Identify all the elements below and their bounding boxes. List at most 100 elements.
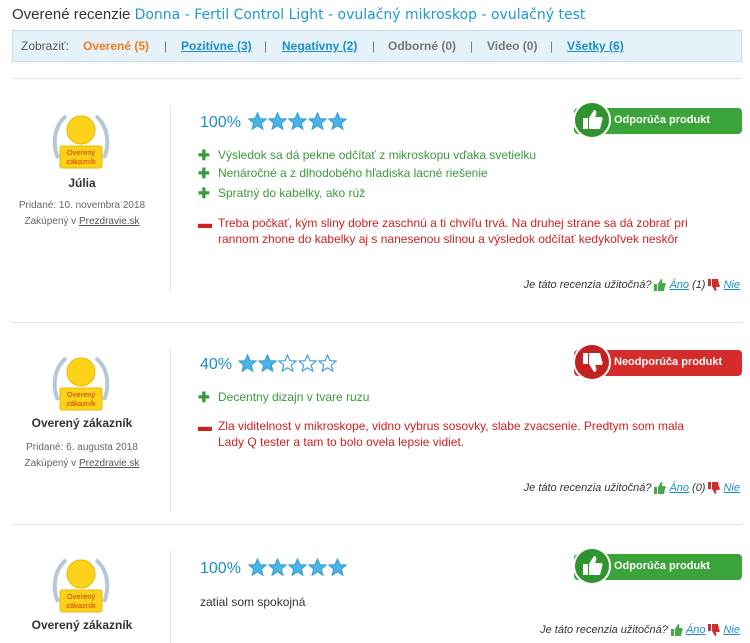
divider [12,78,742,79]
minus-icon: ▬ [198,418,212,434]
badge-text-line1: Overený [67,390,96,399]
review-date: Pridané: 10. novembra 2018 [18,200,146,211]
star-filled-icon [328,558,347,577]
pro-item: ✚ Spratný do kabelky, ako rúž [198,185,366,201]
helpful-yes-link[interactable]: Áno [669,482,689,494]
verified-customer-badge-icon: Overený zákazník [52,114,110,169]
filter-negative[interactable]: Negatívny (2) [282,39,357,53]
star-filled-icon [248,558,267,577]
pro-item: ✚ Výsledok sa dá pekne odčítať z mikrosko… [198,147,537,163]
review-card: Overený zákazník Overený zákazník 100% O… [12,536,742,643]
reviewer-name: Overený zákazník [31,416,133,430]
filter-all[interactable]: Všetky (6) [567,39,624,53]
filter-expert: Odborné (0) [388,39,456,53]
verified-customer-badge-icon: Overený zákazník [52,558,110,613]
filter-separator: | [550,39,554,53]
review-score: 100% [200,560,241,577]
star-filled-icon [258,354,277,373]
con-item: ▬ Treba počkať, kým sliny dobre zaschnú a… [198,215,688,246]
star-filled-icon [328,112,347,131]
helpful-question: Je táto recenzia užitočná? [540,624,668,636]
helpful-yes-count: (0) [692,482,706,494]
star-empty-icon [298,354,317,373]
divider [170,550,171,643]
recommend-badge: Odporúča produkt [573,101,742,139]
plus-icon: ✚ [198,165,210,181]
purchase-info: Zakúpený v Prezdravie.sk [24,458,140,469]
page-title: Overené recenzie Donna - Fertil Control … [12,6,585,23]
helpful-prompt: Je táto recenzia užitočná? Áno (1) Nie [524,279,740,291]
thumbs-down-icon [573,343,611,381]
review-card: Overený zákazník Júlia Pridané: 10. nove… [12,92,742,312]
recommend-badge: Odporúča produkt [573,547,742,585]
thumbs-down-icon[interactable] [708,624,721,636]
thumbs-up-icon[interactable] [670,624,683,636]
recommend-label: Odporúča produkt [614,560,710,572]
star-filled-icon [268,112,287,131]
star-filled-icon [308,112,327,131]
star-filled-icon [288,558,307,577]
badge-text-line2: zákazník [66,601,96,610]
thumbs-up-icon [573,547,611,585]
thumbs-up-icon[interactable] [654,279,667,291]
divider [170,106,171,292]
not-recommend-badge: Neodporúča produkt [573,343,742,381]
review-date: Pridané: 6. augusta 2018 [26,442,138,453]
shop-link[interactable]: Prezdravie.sk [79,458,140,469]
shop-link[interactable]: Prezdravie.sk [79,216,140,227]
title-product: Donna - Fertil Control Light - ovulačný … [134,7,586,23]
filter-video: Video (0) [487,39,538,53]
rating-stars [248,112,347,131]
star-filled-icon [268,558,287,577]
reviewer-name: Júlia [68,176,96,190]
helpful-no-link[interactable]: Nie [723,624,740,636]
star-filled-icon [308,558,327,577]
filter-separator: | [164,39,168,53]
review-score: 40% [200,356,233,373]
title-prefix: Overené recenzie [12,6,131,23]
review-card: Overený zákazník Overený zákazník Pridan… [12,334,742,516]
reviewer-name: Overený zákazník [31,618,133,632]
helpful-prompt: Je táto recenzia užitočná? Áno (0) Nie [524,482,740,494]
filter-label: Zobraziť: [21,39,69,53]
thumbs-down-icon[interactable] [708,279,721,291]
filter-separator: | [372,39,376,53]
plus-icon: ✚ [198,185,210,201]
helpful-prompt: Je táto recenzia užitočná? Áno Nie [540,624,740,636]
filter-bar: Zobraziť: Overené (5) | Pozitívne (3) | … [12,30,742,62]
star-filled-icon [288,112,307,131]
filter-verified[interactable]: Overené (5) [83,39,149,53]
thumbs-up-icon[interactable] [654,482,667,494]
divider [12,524,742,525]
helpful-yes-link[interactable]: Áno [686,624,706,636]
helpful-yes-link[interactable]: Áno [669,279,689,291]
review-text: zatial som spokojná [200,595,306,609]
filter-separator: | [470,39,474,53]
filter-separator: | [264,39,268,53]
helpful-no-link[interactable]: Nie [723,482,740,494]
pro-item: ✚ Decentny dizajn v tvare ruzu [198,389,370,405]
star-filled-icon [238,354,257,373]
con-item: ▬ Zla viditelnost v mikroskope, vidno vyb… [198,418,684,449]
helpful-no-link[interactable]: Nie [723,279,740,291]
badge-text-line1: Overený [67,592,96,601]
helpful-question: Je táto recenzia užitočná? [523,279,652,291]
pro-item: ✚ Nenáročné a z dlhodobého hľadiska lacné… [198,165,488,181]
divider [12,322,742,323]
filter-positive[interactable]: Pozitívne (3) [181,39,252,53]
plus-icon: ✚ [198,389,210,405]
recommend-label: Neodporúča produkt [614,356,723,368]
plus-icon: ✚ [198,147,210,163]
recommend-label: Odporúča produkt [614,114,710,126]
helpful-yes-count: (1) [692,279,706,291]
thumbs-down-icon[interactable] [708,482,721,494]
star-empty-icon [278,354,297,373]
star-empty-icon [318,354,337,373]
badge-text-line2: zákazník [66,157,96,166]
helpful-question: Je táto recenzia užitočná? [523,482,652,494]
rating-stars [248,558,347,577]
badge-text-line2: zákazník [66,399,96,408]
minus-icon: ▬ [198,215,212,231]
rating-stars [238,354,337,373]
purchase-info: Zakúpený v Prezdravie.sk [24,216,140,227]
